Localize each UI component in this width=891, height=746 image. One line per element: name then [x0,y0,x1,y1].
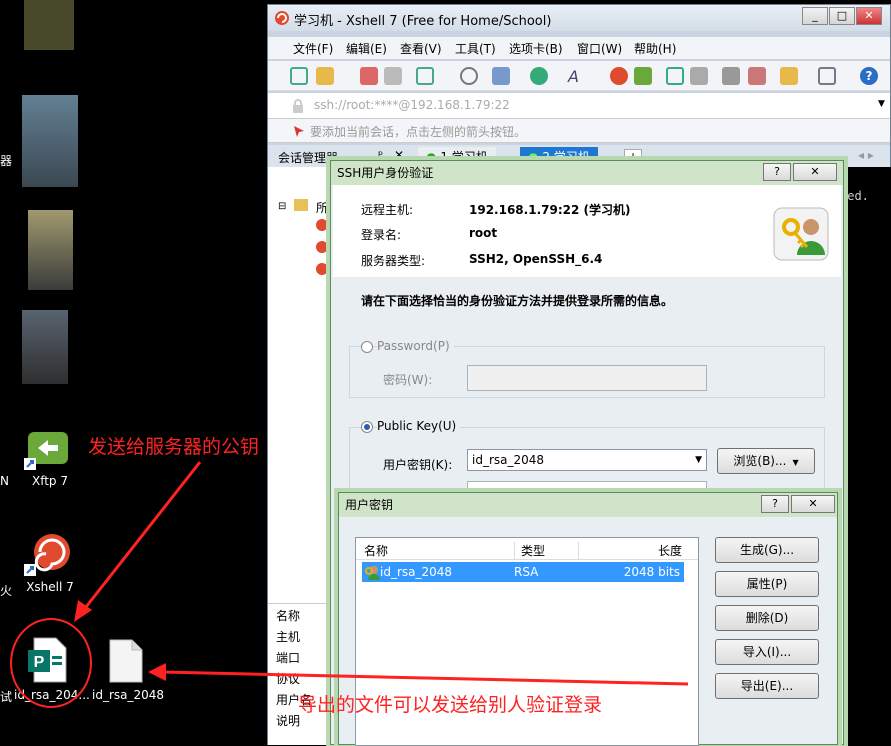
arrow-line-to-pubfile [80,461,202,613]
annotation-arrows [74,461,689,686]
arrowhead-icon [148,663,166,681]
arrow-line-to-keyfile [161,670,689,686]
